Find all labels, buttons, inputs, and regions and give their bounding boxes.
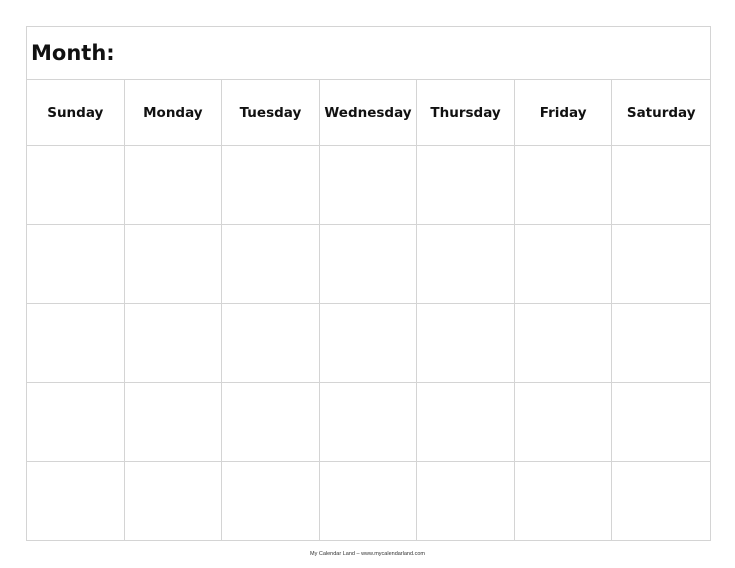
day-cell	[222, 225, 320, 304]
day-cell	[27, 462, 125, 541]
day-cell	[515, 462, 613, 541]
day-cell	[514, 383, 613, 462]
day-header-monday: Monday	[124, 80, 223, 146]
day-cell	[319, 225, 418, 304]
calendar-grid: Sunday Monday Tuesday Wednesday Thursday Frid…	[27, 80, 710, 541]
day-header-sunday: Sunday	[27, 80, 125, 146]
day-cell	[612, 462, 710, 541]
day-cell	[222, 304, 320, 383]
day-cell	[27, 146, 125, 225]
month-label: Month:	[31, 41, 115, 65]
day-cell	[125, 462, 223, 541]
day-cell	[319, 383, 418, 462]
day-cell	[27, 383, 125, 462]
day-cell	[514, 146, 613, 225]
day-cell	[124, 304, 223, 383]
day-cell	[417, 304, 515, 383]
day-cell	[124, 146, 223, 225]
day-cell	[222, 462, 320, 541]
day-cell	[612, 146, 710, 225]
day-cell	[417, 225, 515, 304]
day-cell	[124, 383, 223, 462]
day-cell	[417, 383, 515, 462]
day-cell	[612, 225, 710, 304]
day-cell	[319, 146, 418, 225]
day-cell	[514, 304, 613, 383]
day-cell	[27, 225, 125, 304]
day-cell	[417, 146, 515, 225]
day-cell	[612, 383, 710, 462]
month-row: Month:	[27, 27, 710, 80]
footer-credit: My Calendar Land – www.mycalendarland.co…	[310, 551, 425, 557]
day-cell	[222, 146, 320, 225]
day-header-thursday: Thursday	[417, 80, 515, 146]
day-header-tuesday: Tuesday	[222, 80, 320, 146]
day-cell	[222, 383, 320, 462]
day-cell	[320, 462, 418, 541]
day-header-saturday: Saturday	[612, 80, 710, 146]
day-cell	[124, 225, 223, 304]
day-header-friday: Friday	[514, 80, 613, 146]
calendar-table: Month: Sunday Monday Tuesday Wednesday Thurs…	[26, 26, 711, 541]
day-cell	[612, 304, 710, 383]
day-cell	[514, 225, 613, 304]
day-header-wednesday: Wednesday	[319, 80, 418, 146]
day-cell	[319, 304, 418, 383]
day-cell	[417, 462, 515, 541]
day-cell	[27, 304, 125, 383]
